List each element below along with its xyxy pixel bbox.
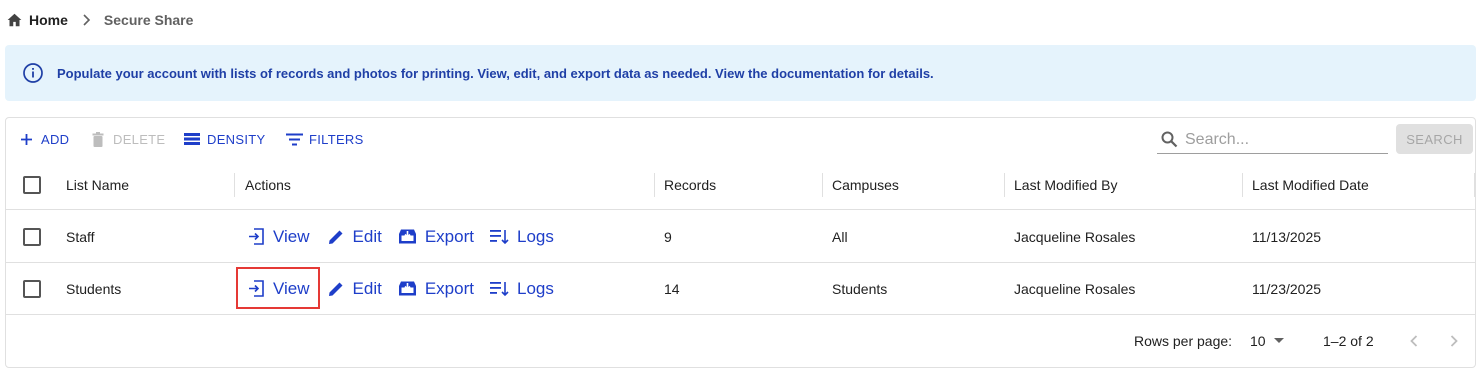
- grid-toolbar: ADD DELETE DENSITY FILTERS SEARCH: [6, 118, 1475, 160]
- density-label: DENSITY: [207, 131, 266, 147]
- campuses-cell: All: [832, 228, 848, 245]
- actions-cell: View Edit Export Logs: [246, 211, 570, 262]
- export-button[interactable]: Export: [398, 227, 474, 247]
- view-label: View: [273, 278, 310, 298]
- breadcrumb: Home Secure Share: [6, 10, 193, 30]
- filters-label: FILTERS: [309, 131, 364, 147]
- campuses-cell: Students: [832, 280, 888, 297]
- info-icon: [22, 62, 44, 84]
- modified-by-cell: Jacqueline Rosales: [1014, 228, 1136, 245]
- modified-date-cell: 11/23/2025: [1252, 280, 1322, 297]
- grid-footer: Rows per page: 10 1–2 of 2: [6, 315, 1475, 368]
- modified-by-cell: Jacqueline Rosales: [1014, 280, 1136, 297]
- list-sort-icon: [490, 279, 510, 299]
- rows-per-page-label: Rows per page:: [1134, 333, 1233, 349]
- home-icon[interactable]: [6, 12, 22, 28]
- column-header-list-name[interactable]: List Name: [66, 160, 129, 209]
- next-page-button[interactable]: [1442, 329, 1466, 353]
- search-field: [1157, 126, 1388, 154]
- list-sort-icon: [490, 227, 510, 247]
- delete-button[interactable]: DELETE: [89, 129, 165, 149]
- edit-label: Edit: [352, 226, 382, 246]
- breadcrumb-home[interactable]: Home: [29, 12, 68, 28]
- density-icon: [183, 130, 201, 148]
- download-tray-icon: [398, 279, 418, 299]
- rows-per-page-value: 10: [1250, 333, 1266, 349]
- trash-icon: [89, 130, 107, 148]
- edit-button[interactable]: Edit: [326, 227, 382, 247]
- plus-icon: [17, 130, 35, 148]
- row-checkbox[interactable]: [23, 227, 41, 246]
- table-header: List Name Actions Records Campuses Last …: [6, 160, 1475, 210]
- data-grid: ADD DELETE DENSITY FILTERS SEARCH: [5, 117, 1476, 368]
- view-label: View: [273, 226, 310, 246]
- logs-button[interactable]: Logs: [490, 227, 554, 247]
- export-button[interactable]: Export: [398, 279, 474, 299]
- column-separator[interactable]: [822, 173, 823, 197]
- filter-icon: [285, 130, 303, 148]
- list-name-cell: Students: [66, 280, 122, 297]
- login-icon: [246, 279, 266, 299]
- column-separator[interactable]: [234, 173, 235, 197]
- rows-per-page-select[interactable]: 10: [1250, 329, 1286, 353]
- list-name-cell: Staff: [66, 228, 95, 245]
- alert-message: Populate your account with lists of reco…: [57, 65, 934, 81]
- records-cell: 14: [664, 280, 680, 297]
- select-all-checkbox[interactable]: [23, 175, 41, 194]
- table-row[interactable]: Students View Edit Export Logs 14 Studen…: [6, 263, 1475, 315]
- breadcrumb-current: Secure Share: [103, 12, 194, 28]
- column-separator[interactable]: [654, 173, 655, 197]
- column-header-last-modified-by[interactable]: Last Modified By: [1014, 160, 1118, 209]
- pencil-icon: [326, 279, 346, 299]
- info-alert: Populate your account with lists of reco…: [5, 45, 1476, 101]
- chevron-right-icon: [1450, 335, 1458, 347]
- logs-label: Logs: [516, 226, 554, 246]
- chevron-left-icon: [1410, 335, 1418, 347]
- add-button[interactable]: ADD: [17, 129, 69, 149]
- search-button[interactable]: SEARCH: [1396, 124, 1473, 154]
- export-label: Export: [424, 226, 474, 246]
- download-tray-icon: [398, 227, 418, 247]
- pencil-icon: [326, 227, 346, 247]
- density-button[interactable]: DENSITY: [183, 129, 265, 149]
- column-separator[interactable]: [1474, 173, 1475, 197]
- delete-label: DELETE: [113, 131, 166, 147]
- view-button[interactable]: View: [246, 227, 310, 247]
- column-header-actions[interactable]: Actions: [245, 160, 291, 209]
- modified-date-cell: 11/13/2025: [1252, 228, 1322, 245]
- filters-button[interactable]: FILTERS: [285, 129, 364, 149]
- search-icon: [1159, 130, 1179, 150]
- logs-button[interactable]: Logs: [490, 279, 554, 299]
- column-header-last-modified-date[interactable]: Last Modified Date: [1252, 160, 1369, 209]
- chevron-right-icon: [80, 13, 94, 27]
- add-label: ADD: [41, 131, 70, 147]
- column-header-campuses[interactable]: Campuses: [832, 160, 899, 209]
- export-label: Export: [424, 278, 474, 298]
- login-icon: [246, 227, 266, 247]
- column-separator[interactable]: [1004, 173, 1005, 197]
- pagination-range: 1–2 of 2: [1323, 333, 1374, 349]
- row-checkbox[interactable]: [23, 279, 41, 298]
- column-header-records[interactable]: Records: [664, 160, 716, 209]
- actions-cell: View Edit Export Logs: [246, 263, 570, 314]
- records-cell: 9: [664, 228, 672, 245]
- logs-label: Logs: [516, 278, 554, 298]
- view-button[interactable]: View: [246, 279, 310, 299]
- caret-down-icon: [1272, 334, 1286, 348]
- edit-button[interactable]: Edit: [326, 279, 382, 299]
- column-separator[interactable]: [1242, 173, 1243, 197]
- table-row[interactable]: Staff View Edit Export Logs 9 All Jacque…: [6, 211, 1475, 263]
- previous-page-button[interactable]: [1402, 329, 1426, 353]
- search-input[interactable]: [1185, 130, 1375, 149]
- edit-label: Edit: [352, 278, 382, 298]
